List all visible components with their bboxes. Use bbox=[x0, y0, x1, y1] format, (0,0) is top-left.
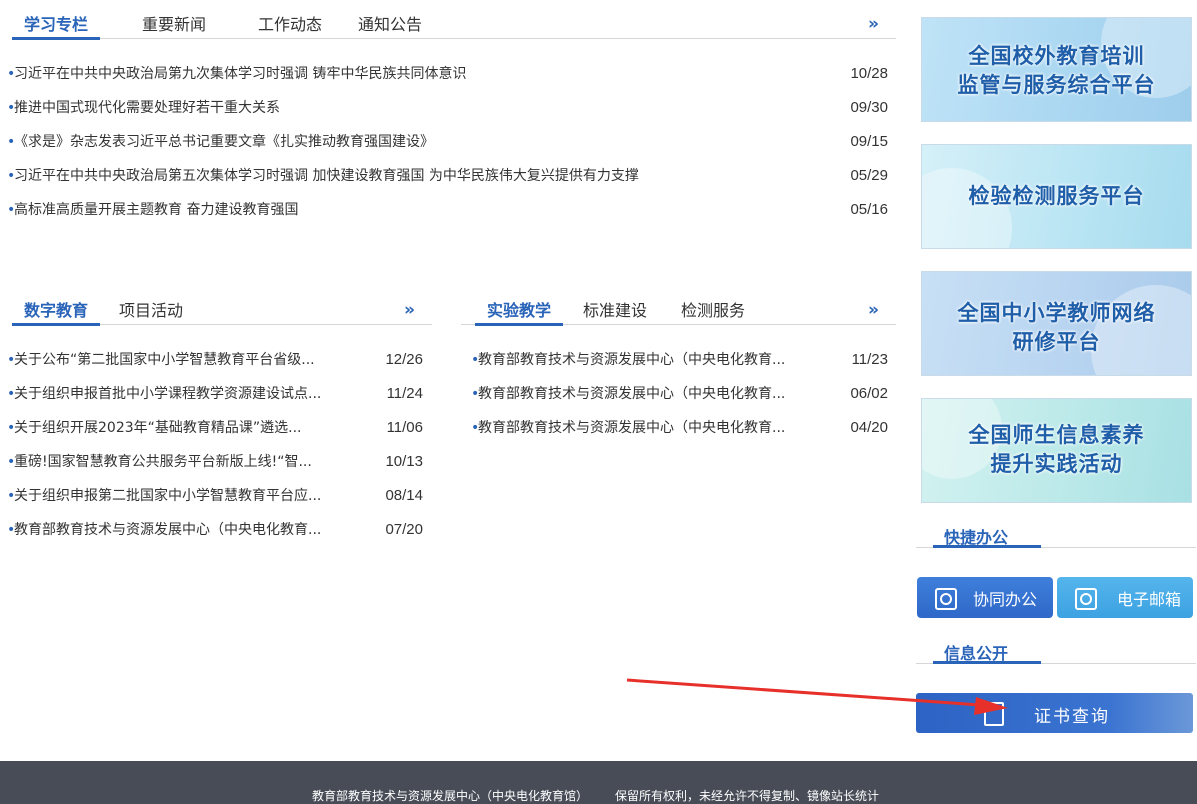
banner-information-literacy-activity[interactable]: 全国师生信息素养 提升实践活动 bbox=[921, 398, 1192, 503]
tab-digital-education[interactable]: 数字教育 bbox=[11, 286, 101, 326]
certificate-icon bbox=[984, 702, 1004, 726]
news-title[interactable]: 高标准高质量开展主题教育 奋力建设教育强国 bbox=[14, 193, 298, 227]
list-item[interactable]: • 习近平在中共中央政治局第九次集体学习时强调 铸牢中华民族共同体意识 10/28 bbox=[7, 57, 888, 91]
more-link-experiment-teaching[interactable]: » bbox=[868, 300, 879, 320]
news-date: 04/20 bbox=[850, 419, 888, 436]
list-item[interactable]: • 习近平在中共中央政治局第五次集体学习时强调 加快建设教育强国 为中华民族伟大复… bbox=[7, 159, 888, 193]
list-item[interactable]: • 关于组织开展2023年“基础教育精品课”遴选... 11/06 bbox=[7, 411, 423, 445]
tab-project-activities[interactable]: 项目活动 bbox=[119, 286, 183, 325]
list-item[interactable]: • 关于公布“第二批国家中小学智慧教育平台省级... 12/26 bbox=[7, 343, 423, 377]
list-item[interactable]: • 教育部教育技术与资源发展中心（中央电化教育... 07/20 bbox=[7, 513, 423, 547]
news-date: 07/20 bbox=[385, 521, 423, 538]
footer-rights: 保留所有权利，未经允许不得复制、镜像站长统计 bbox=[615, 789, 880, 803]
banner-title-line1: 全国师生信息素养 bbox=[968, 423, 1145, 447]
list-item[interactable]: • 重磅!国家智慧教育公共服务平台新版上线!“智... 10/13 bbox=[7, 445, 423, 479]
quick-office-heading: 快捷办公 bbox=[916, 524, 1196, 548]
top-news-list: • 习近平在中共中央政治局第九次集体学习时强调 铸牢中华民族共同体意识 10/28 … bbox=[7, 57, 888, 227]
banner-title-line2: 研修平台 bbox=[1012, 330, 1101, 354]
news-date: 12/26 bbox=[385, 351, 423, 368]
list-item[interactable]: • 教育部教育技术与资源发展中心（中央电化教育... 04/20 bbox=[471, 411, 888, 445]
footer: 教育部教育技术与资源发展中心（中央电化教育馆） 保留所有权利，未经允许不得复制、… bbox=[0, 761, 1197, 804]
mail-icon bbox=[1073, 586, 1097, 610]
news-title[interactable]: 《求是》杂志发表习近平总书记重要文章《扎实推动教育强国建设》 bbox=[14, 125, 434, 159]
digital-education-news-list: • 关于公布“第二批国家中小学智慧教育平台省级... 12/26 • 关于组织申报首批… bbox=[7, 343, 423, 547]
experiment-teaching-news-list: • 教育部教育技术与资源发展中心（中央电化教育... 11/23 • 教育部教育技术与… bbox=[471, 343, 888, 445]
news-date: 09/30 bbox=[850, 99, 888, 116]
banner-offcampus-training-platform[interactable]: 全国校外教育培训 监管与服务综合平台 bbox=[921, 17, 1192, 122]
more-link-top[interactable]: » bbox=[868, 14, 879, 34]
banner-title-line1: 全国校外教育培训 bbox=[968, 44, 1145, 68]
news-date: 11/06 bbox=[386, 419, 423, 436]
news-date: 10/28 bbox=[850, 65, 888, 82]
collaboration-button[interactable]: 协同办公 bbox=[917, 577, 1053, 618]
news-title[interactable]: 教育部教育技术与资源发展中心（中央电化教育... bbox=[478, 411, 785, 445]
more-link-digital-education[interactable]: » bbox=[404, 300, 415, 320]
collaboration-icon bbox=[933, 586, 957, 610]
tab-work-updates[interactable]: 工作动态 bbox=[258, 0, 322, 39]
top-tab-bar: 学习专栏 重要新闻 工作动态 通知公告 » bbox=[11, 0, 896, 40]
list-item[interactable]: • 推进中国式现代化需要处理好若干重大关系 09/30 bbox=[7, 91, 888, 125]
news-title[interactable]: 习近平在中共中央政治局第五次集体学习时强调 加快建设教育强国 为中华民族伟大复兴… bbox=[14, 159, 639, 193]
banner-title-line2: 监管与服务综合平台 bbox=[957, 73, 1156, 97]
news-title[interactable]: 关于公布“第二批国家中小学智慧教育平台省级... bbox=[14, 343, 315, 377]
email-label: 电子邮箱 bbox=[1117, 589, 1182, 609]
digital-education-tab-bar: 数字教育 项目活动 » bbox=[11, 286, 432, 326]
news-title[interactable]: 教育部教育技术与资源发展中心（中央电化教育... bbox=[14, 513, 321, 547]
list-item[interactable]: • 关于组织申报第二批国家中小学智慧教育平台应... 08/14 bbox=[7, 479, 423, 513]
news-title[interactable]: 关于组织申报第二批国家中小学智慧教育平台应... bbox=[14, 479, 321, 513]
news-date: 10/13 bbox=[385, 453, 423, 470]
quick-office-title: 快捷办公 bbox=[944, 528, 1009, 547]
news-title[interactable]: 关于组织开展2023年“基础教育精品课”遴选... bbox=[14, 411, 301, 445]
tab-testing-services[interactable]: 检测服务 bbox=[681, 286, 745, 325]
news-date: 05/29 bbox=[850, 167, 888, 184]
news-date: 08/14 bbox=[385, 487, 423, 504]
list-item[interactable]: • 关于组织申报首批中小学课程教学资源建设试点... 11/24 bbox=[7, 377, 423, 411]
banner-inspection-testing-platform[interactable]: 检验检测服务平台 bbox=[921, 144, 1192, 249]
list-item[interactable]: • 高标准高质量开展主题教育 奋力建设教育强国 05/16 bbox=[7, 193, 888, 227]
tab-experiment-teaching[interactable]: 实验教学 bbox=[474, 286, 564, 326]
news-date: 06/02 bbox=[850, 385, 888, 402]
news-title[interactable]: 关于组织申报首批中小学课程教学资源建设试点... bbox=[14, 377, 321, 411]
news-date: 11/24 bbox=[386, 385, 423, 402]
news-title[interactable]: 推进中国式现代化需要处理好若干重大关系 bbox=[14, 91, 280, 125]
certificate-query-label: 证书查询 bbox=[1034, 707, 1110, 727]
list-item[interactable]: • 教育部教育技术与资源发展中心（中央电化教育... 11/23 bbox=[471, 343, 888, 377]
news-title[interactable]: 重磅!国家智慧教育公共服务平台新版上线!“智... bbox=[14, 445, 312, 479]
news-date: 11/23 bbox=[851, 351, 888, 368]
certificate-query-button[interactable]: 证书查询 bbox=[916, 693, 1193, 733]
tab-study-column[interactable]: 学习专栏 bbox=[11, 0, 101, 40]
experiment-teaching-tab-bar: 实验教学 标准建设 检测服务 » bbox=[461, 286, 896, 326]
banner-title-line1: 检验检测服务平台 bbox=[968, 184, 1145, 208]
collaboration-label: 协同办公 bbox=[973, 589, 1038, 609]
news-date: 09/15 bbox=[850, 133, 888, 150]
news-title[interactable]: 教育部教育技术与资源发展中心（中央电化教育... bbox=[478, 343, 785, 377]
news-title[interactable]: 教育部教育技术与资源发展中心（中央电化教育... bbox=[478, 377, 785, 411]
banner-title-line2: 提升实践活动 bbox=[990, 452, 1123, 476]
info-public-heading: 信息公开 bbox=[916, 640, 1196, 664]
tab-important-news[interactable]: 重要新闻 bbox=[142, 0, 206, 39]
list-item[interactable]: • 教育部教育技术与资源发展中心（中央电化教育... 06/02 bbox=[471, 377, 888, 411]
info-public-title: 信息公开 bbox=[944, 644, 1009, 663]
news-title[interactable]: 习近平在中共中央政治局第九次集体学习时强调 铸牢中华民族共同体意识 bbox=[14, 57, 466, 91]
tab-notices[interactable]: 通知公告 bbox=[358, 0, 422, 39]
list-item[interactable]: • 《求是》杂志发表习近平总书记重要文章《扎实推动教育强国建设》 09/15 bbox=[7, 125, 888, 159]
footer-organization: 教育部教育技术与资源发展中心（中央电化教育馆） bbox=[312, 789, 589, 803]
news-date: 05/16 bbox=[850, 201, 888, 218]
email-button[interactable]: 电子邮箱 bbox=[1057, 577, 1193, 618]
banner-title-line1: 全国中小学教师网络 bbox=[957, 301, 1156, 325]
banner-teacher-training-platform[interactable]: 全国中小学教师网络 研修平台 bbox=[921, 271, 1192, 376]
tab-standard-building[interactable]: 标准建设 bbox=[583, 286, 647, 325]
